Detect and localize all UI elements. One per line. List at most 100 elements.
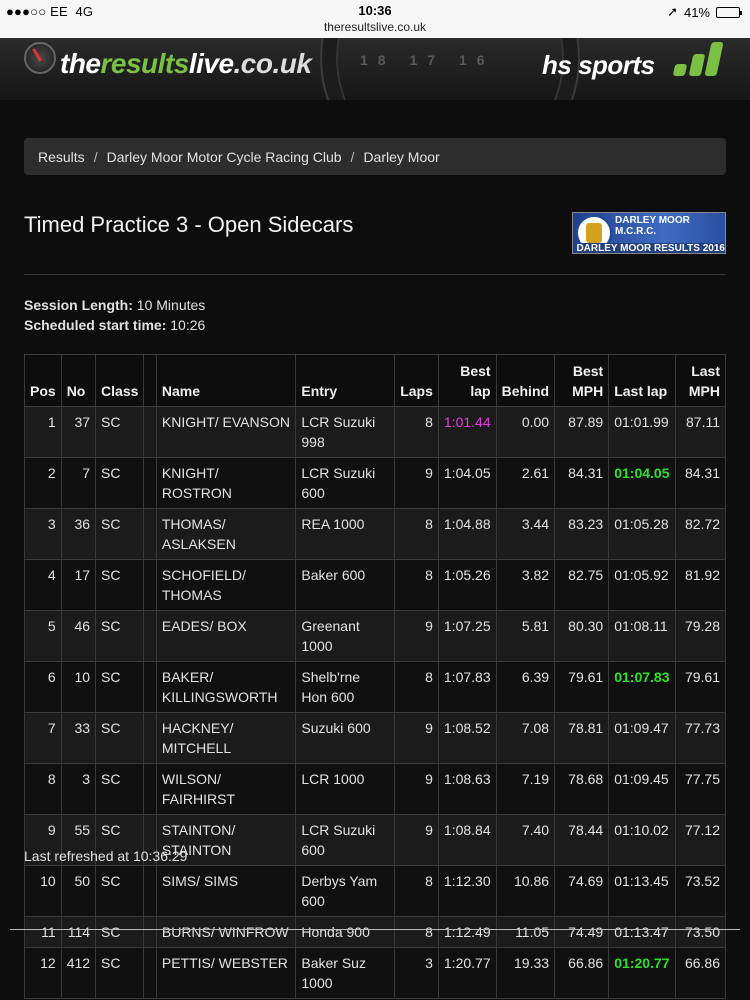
cell-no: 114 [60,916,97,948]
cell-entry: LCR Suzuki 998 [295,406,396,458]
header-no: No [60,354,97,407]
cell-last-mph: 73.52 [674,865,726,917]
cell-last-lap: 01:01.99 [608,406,676,458]
cell-pos: 8 [24,763,62,815]
cell-no: 17 [60,559,97,611]
cell-laps: 3 [394,947,439,999]
cell-last-mph: 84.31 [674,457,726,509]
footer-divider [10,929,740,930]
cell-spacer [143,406,157,458]
cell-best-lap: 1:12.30 [437,865,497,917]
table-row: 5 46 SC EADES/ BOX Greenant 1000 9 1:07.25 5.81… [24,610,726,662]
cell-last-mph: 79.28 [674,610,726,662]
cell-best-lap: 1:07.25 [437,610,497,662]
session-length-label: Session Length: [24,297,133,313]
cell-laps: 9 [394,610,439,662]
cell-last-mph: 73.50 [674,916,726,948]
cell-last-mph: 81.92 [674,559,726,611]
logo-text-results: results [100,48,190,79]
cell-no: 33 [60,712,97,764]
table-row: 10 50 SC SIMS/ SIMS Derbys Yam 600 8 1:12.30 10… [24,865,726,917]
speedometer-icon [24,42,56,74]
cell-last-lap: 01:09.47 [608,712,676,764]
cell-name: BAKER/ KILLINGSWORTH [155,661,297,713]
cell-spacer [143,508,157,560]
cell-class: SC [95,610,145,662]
cell-class: SC [95,763,145,815]
cell-best-lap: 1:04.88 [437,508,497,560]
cell-spacer [143,610,157,662]
cell-entry: Baker 600 [295,559,396,611]
logo-text-the: the [60,48,101,79]
cell-class: SC [95,508,145,560]
header-last-mph-line1: Last [691,363,720,379]
logo-text-tld: .co.uk [233,48,312,79]
logo-text-live: live [188,48,234,79]
cell-entry: LCR Suzuki 600 [295,814,396,866]
cell-entry: LCR 1000 [295,763,396,815]
cell-best-lap: 1:20.77 [437,947,497,999]
cell-entry: Greenant 1000 [295,610,396,662]
cell-laps: 9 [394,457,439,509]
cell-class: SC [95,661,145,713]
cell-best-mph: 78.44 [554,814,610,866]
cell-behind: 5.81 [495,610,556,662]
header-best-mph-line1: Best [572,363,604,379]
cell-best-lap: 1:08.63 [437,763,497,815]
signal-bars-logo-icon [672,40,724,76]
cell-pos: 11 [24,916,62,948]
breadcrumb-separator: / [93,149,98,165]
breadcrumb-club[interactable]: Darley Moor Motor Cycle Racing Club [107,149,342,165]
cell-no: 46 [60,610,97,662]
scheduled-start: Scheduled start time: 10:26 [24,317,205,333]
cell-last-lap: 01:13.47 [608,916,676,948]
cell-spacer [143,947,157,999]
cell-no: 36 [60,508,97,560]
session-length-value: 10 Minutes [136,297,206,313]
cell-best-mph: 82.75 [554,559,610,611]
dashboard-dial-graphic [320,38,580,100]
header-name: Name [155,354,297,407]
dial-numbers: 18 17 16 [360,52,495,68]
cell-last-lap: 01:09.45 [608,763,676,815]
cell-spacer [143,712,157,764]
cell-behind: 3.44 [495,508,556,560]
header-best-lap: Best lap [437,354,497,407]
cell-class: SC [95,406,145,458]
cell-last-lap: 01:13.45 [608,865,676,917]
cell-laps: 8 [394,508,439,560]
cell-spacer [143,865,157,917]
cell-entry: Shelb'rne Hon 600 [295,661,396,713]
cell-spacer [143,763,157,815]
cell-last-mph: 77.75 [674,763,726,815]
cell-entry: Derbys Yam 600 [295,865,396,917]
cell-spacer [143,916,157,948]
cell-name: WILSON/ FAIRHIRST [155,763,297,815]
breadcrumb-results[interactable]: Results [38,149,85,165]
cell-entry: REA 1000 [295,508,396,560]
table-row: 4 17 SC SCHOFIELD/ THOMAS Baker 600 8 1:05.26 3… [24,559,726,611]
battery-percent: 41% [683,4,710,20]
cell-best-lap: 1:04.05 [437,457,497,509]
table-row: 8 3 SC WILSON/ FAIRHIRST LCR 1000 9 1:08.63 7.1… [24,763,726,815]
site-header-banner: 18 17 16 theresultslive.co.uk hs sports [0,38,750,100]
cell-best-mph: 84.31 [554,457,610,509]
header-pos: Pos [24,354,62,407]
cell-best-mph: 87.89 [554,406,610,458]
table-row: 12 412 SC PETTIS/ WEBSTER Baker Suz 1000 3 1:2… [24,947,726,999]
cell-pos: 6 [24,661,62,713]
cell-name: KNIGHT/ EVANSON [155,406,297,458]
location-arrow-icon: ➚ [667,4,678,19]
site-logo-link[interactable]: theresultslive.co.uk [60,48,312,80]
cell-best-mph: 79.61 [554,661,610,713]
breadcrumb: Results / Darley Moor Motor Cycle Racing C… [24,138,726,175]
last-refreshed: Last refreshed at 10:36:29 [24,848,188,864]
cell-behind: 7.19 [495,763,556,815]
cell-last-mph: 77.12 [674,814,726,866]
cell-laps: 8 [394,406,439,458]
ios-status-bar: ●●●○○ EE 4G 10:36 theresultslive.co.uk ➚… [0,0,750,38]
cell-behind: 6.39 [495,661,556,713]
address-bar-url[interactable]: theresultslive.co.uk [0,20,750,34]
cell-laps: 9 [394,712,439,764]
cell-no: 412 [60,947,97,999]
